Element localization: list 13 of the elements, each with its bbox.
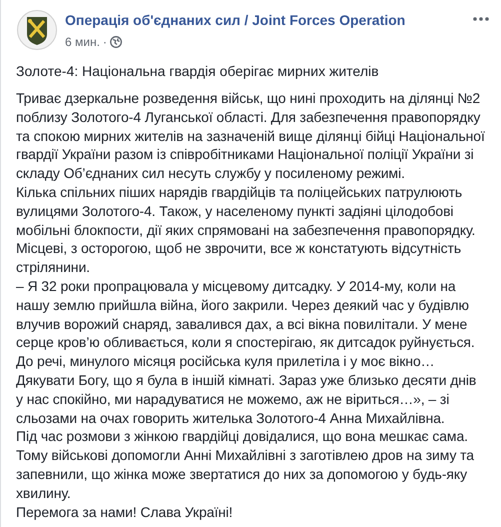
post-paragraph: – Я 32 роки пропрацювала у місцевому дитсадку. У 2014-му, коли на нашу землю прийшла війна, його закрили. Через деякий час у будівлю влучив ворожий снаряд, завалився дах, а всі вікна повилітали. У мене серце кров’ю обливається, коли я спостерігаю, як дитсадок руйнується. До речі, минулого місяця російська куля прилетіла і у моє вікно… Дякувати Богу, що я була в іншій кімнаті. Зараз уже близько десяти днів у нас спокійно, ми нарадуватися не можемо, аж не віриться…», – зі сльозами на очах говорить жителька Золотого-4 Анна Михайлівна. — [16, 276, 478, 428]
post-paragraph: Перемога за нами! Слава Україні! — [16, 502, 234, 522]
separator: · — [102, 34, 107, 51]
more-options-icon[interactable] — [473, 17, 489, 21]
page-name-link[interactable]: Операція об'єднаних сил / Joint Forces Operation — [65, 11, 406, 29]
globe-icon — [110, 36, 122, 48]
post-paragraph: Триває дзеркальне розведення військ, що нині проходить на ділянці №2 поблизу Золотого-4 Луганської області. Для забезпечення правопорядку та спокою мирних жителів на зазначеній вище ділянці бійці Національної гвардії України разом із співробітниками Національної поліції України зі складу Об’єднаних сил несуть службу у посиленому режимі. — [16, 89, 486, 183]
avatar-icon[interactable] — [17, 10, 57, 50]
post-paragraph: Тому військові допомогли Анні Михайлівні з заготівлею дров на зиму та запевнили, що жінка може звертатися до них за допомогою у будь-яку хвилину. — [16, 446, 475, 503]
post-title: Золоте-4: Національна гвардія оберігає мирних жителів — [16, 62, 380, 81]
post-paragraph: Кілька спільних піших нарядів гвардійців та поліцейських патрулюють вулицями Золотого-4. Також, у населеному пункті задіяні цілодобові мобільні блокпости, дії яких спрямовані на забезпечення правопорядку. Місцеві, з осторогою, щоб не зврочити, все ж констатують відсутність стрілянини. — [16, 182, 476, 277]
post-paragraph: Під час розмови з жінкою гвардійці довідалися, що вона мешкає сама. — [16, 427, 469, 446]
timestamp-link[interactable]: 6 мин. — [65, 33, 100, 51]
